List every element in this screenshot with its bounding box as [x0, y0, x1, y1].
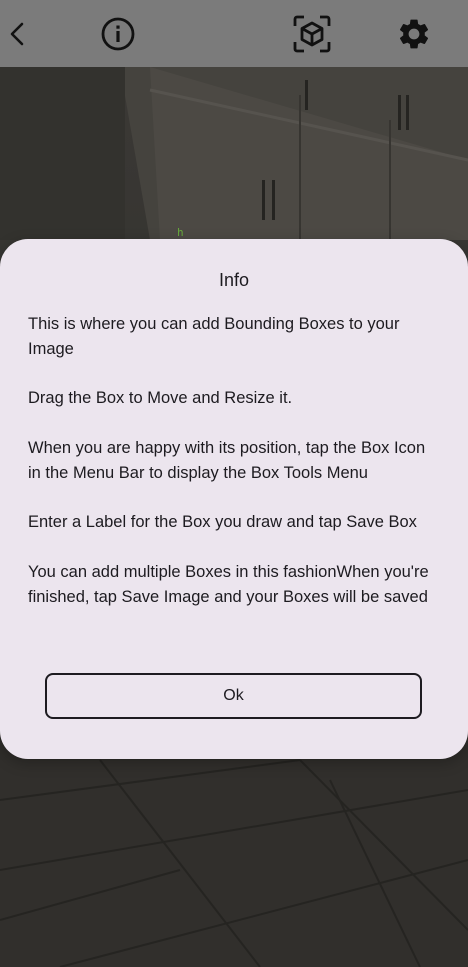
back-button[interactable] — [0, 10, 42, 58]
dialog-paragraph: This is where you can add Bounding Boxes… — [28, 315, 400, 358]
screen: h Info This is where you can add Boundin… — [0, 0, 468, 967]
gear-icon — [399, 19, 429, 49]
dialog-paragraph: You can add multiple Boxes in this fashi… — [28, 562, 429, 606]
top-app-bar — [0, 0, 468, 67]
info-circle-icon — [101, 17, 135, 51]
chevron-left-icon — [10, 22, 24, 46]
dialog-paragraph: Enter a Label for the Box you draw and t… — [28, 513, 417, 532]
settings-button[interactable] — [390, 10, 438, 58]
dialog-body: This is where you can add Bounding Boxes… — [28, 312, 440, 610]
ok-button[interactable]: Ok — [45, 673, 422, 719]
dialog-title: Info — [218, 270, 250, 290]
cube-scan-icon — [293, 15, 331, 53]
box-tools-button[interactable] — [288, 10, 336, 58]
info-button[interactable] — [94, 10, 142, 58]
dialog-paragraph: When you are happy with its position, ta… — [28, 438, 426, 482]
dialog-paragraph: Drag the Box to Move and Resize it. — [28, 389, 293, 408]
info-dialog: Info This is where you can add Bounding … — [0, 239, 468, 759]
